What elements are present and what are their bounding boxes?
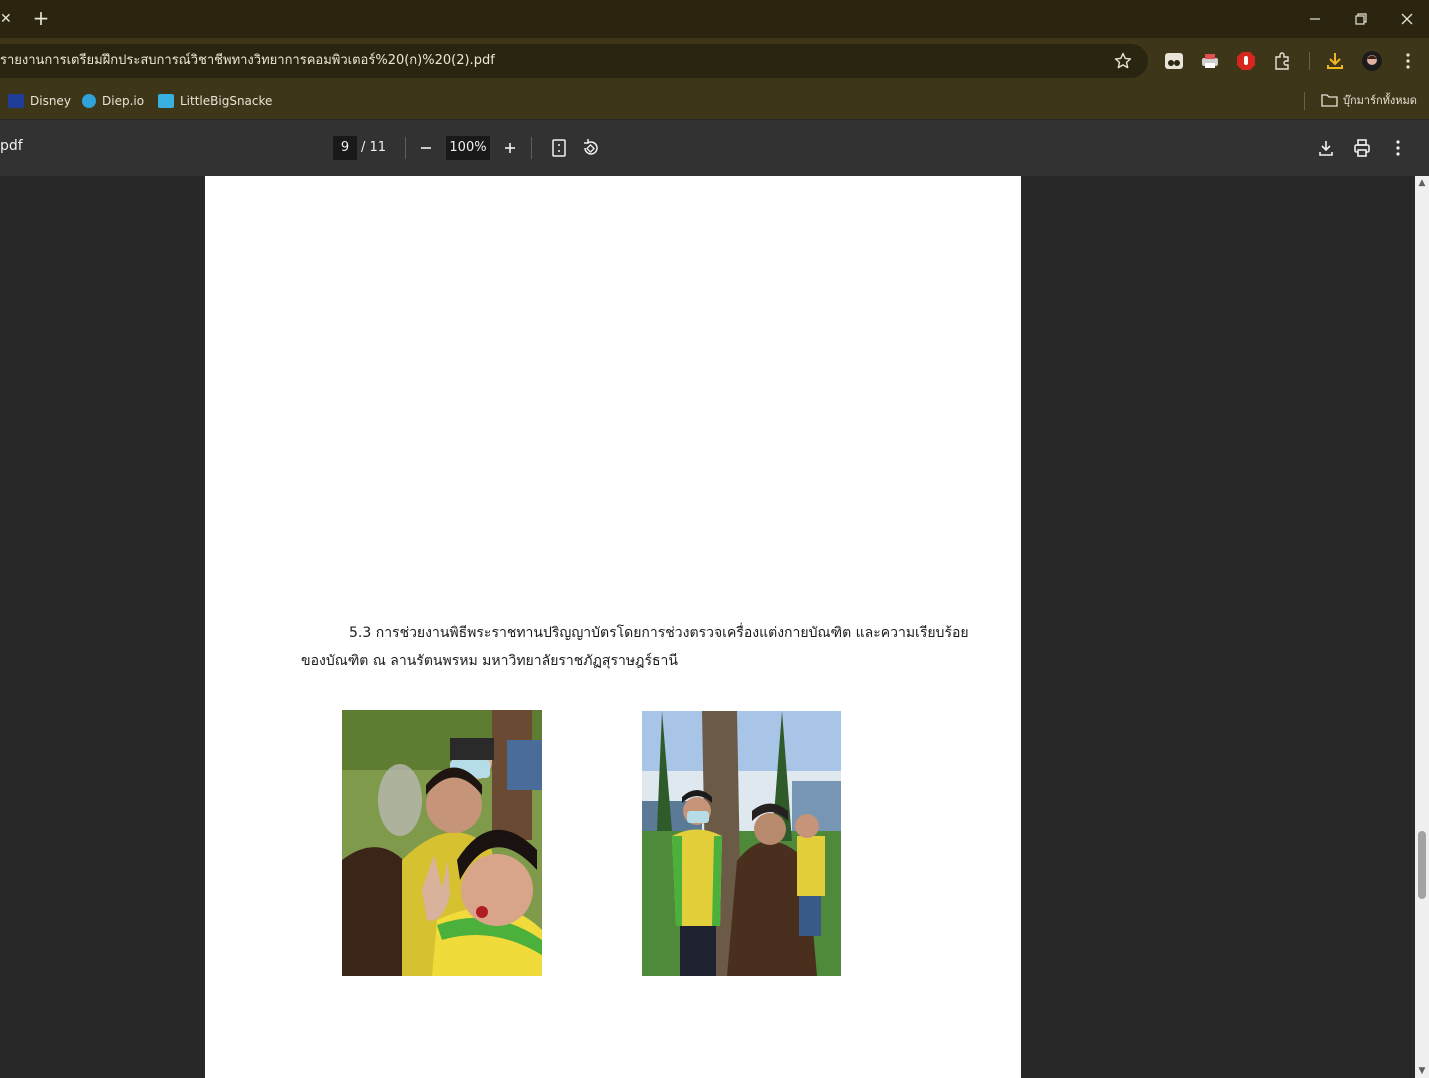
- fit-page-icon: [552, 139, 566, 157]
- rotate-button[interactable]: [579, 136, 603, 160]
- restore-button[interactable]: [1348, 8, 1372, 30]
- pdf-title: pdf: [0, 138, 23, 154]
- pdf-toolbar: pdf 9 / 11 100%: [0, 120, 1429, 176]
- all-bookmarks-button[interactable]: บุ๊กมาร์กทั้งหมด: [1321, 91, 1417, 111]
- close-icon: [1401, 13, 1413, 25]
- caption-line-2: ของบัณฑิต ณ ลานรัตนพรหม มหาวิทยาลัยราชภั…: [301, 653, 678, 669]
- zoom-input[interactable]: 100%: [446, 136, 490, 160]
- bookmark-disney[interactable]: Disney: [8, 91, 71, 111]
- zoom-out-button[interactable]: [414, 136, 438, 160]
- toolbar-divider: [1309, 52, 1310, 70]
- all-bookmarks-label: บุ๊กมาร์กทั้งหมด: [1343, 94, 1417, 107]
- bookmark-littlebigsnake[interactable]: LittleBigSnacke: [158, 91, 272, 111]
- tab-close-button[interactable]: ✕: [0, 9, 14, 29]
- print-button[interactable]: [1350, 136, 1374, 160]
- minimize-icon: [1310, 18, 1320, 20]
- bookmark-label: LittleBigSnacke: [180, 94, 273, 108]
- scroll-down-arrow-icon[interactable]: ▼: [1417, 1066, 1427, 1076]
- page-number-input[interactable]: 9: [333, 136, 357, 160]
- pdf-page: 5.3 การช่วยงานพิธีพระราชทานปริญญาบัตรโดย…: [205, 176, 1021, 1078]
- pdf-download-button[interactable]: [1314, 136, 1338, 160]
- pdf-divider: [531, 137, 532, 159]
- page-total: / 11: [361, 140, 387, 155]
- tab-strip: ✕ +: [0, 0, 1429, 38]
- download-icon[interactable]: [1324, 50, 1346, 72]
- graduation-inspection-photo: [642, 711, 841, 976]
- fit-page-button[interactable]: [547, 136, 571, 160]
- address-bar[interactable]: รายงานการเตรียมฝึกประสบการณ์วิชาชีพทางวิ…: [0, 44, 1148, 78]
- chrome-menu-icon[interactable]: [1397, 50, 1419, 72]
- restore-icon: [1355, 13, 1367, 25]
- folder-icon: [1321, 94, 1338, 107]
- profile-avatar[interactable]: [1361, 50, 1383, 72]
- adblock-extension-icon[interactable]: [1235, 50, 1257, 72]
- pdf-divider: [405, 137, 406, 159]
- browser-toolbar: รายงานการเตรียมฝึกประสบการณ์วิชาชีพทางวิ…: [0, 38, 1429, 84]
- bookmarks-divider: [1304, 92, 1305, 110]
- scrollbar-thumb[interactable]: [1418, 831, 1426, 899]
- disney-icon: [8, 94, 24, 108]
- url-text[interactable]: รายงานการเตรียมฝึกประสบการณ์วิชาชีพทางวิ…: [0, 44, 495, 78]
- bookmark-star-icon[interactable]: [1113, 51, 1133, 71]
- diep-icon: [82, 94, 96, 108]
- graduation-selfie-photo: [342, 710, 542, 976]
- littlebigsnake-icon: [158, 94, 174, 108]
- download-icon: [1319, 141, 1333, 156]
- bookmark-diep[interactable]: Diep.io: [82, 91, 144, 111]
- bookmarks-bar: Disney Diep.io LittleBigSnacke บุ๊กมาร์ก…: [0, 84, 1429, 119]
- more-vert-icon: [1396, 140, 1400, 156]
- close-window-button[interactable]: [1395, 8, 1419, 30]
- print-icon: [1354, 139, 1370, 157]
- vertical-scrollbar[interactable]: ▲ ▼: [1415, 176, 1429, 1078]
- tampermonkey-extension-icon[interactable]: [1163, 50, 1185, 72]
- minimize-button[interactable]: [1303, 8, 1327, 30]
- scroll-up-arrow-icon[interactable]: ▲: [1417, 178, 1427, 188]
- zoom-in-button[interactable]: [498, 136, 522, 160]
- extensions-puzzle-icon[interactable]: [1271, 50, 1293, 72]
- pdf-more-button[interactable]: [1386, 136, 1410, 160]
- caption-line-1: 5.3 การช่วยงานพิธีพระราชทานปริญญาบัตรโดย…: [349, 625, 969, 641]
- minus-icon: [421, 147, 431, 149]
- printer-extension-icon[interactable]: [1199, 50, 1221, 72]
- rotate-icon: [584, 139, 598, 155]
- plus-icon: [505, 143, 515, 153]
- bookmark-label: Disney: [30, 94, 71, 108]
- bookmark-label: Diep.io: [102, 94, 145, 108]
- pdf-viewer[interactable]: 5.3 การช่วยงานพิธีพระราชทานปริญญาบัตรโดย…: [0, 176, 1415, 1078]
- new-tab-button[interactable]: +: [31, 8, 51, 30]
